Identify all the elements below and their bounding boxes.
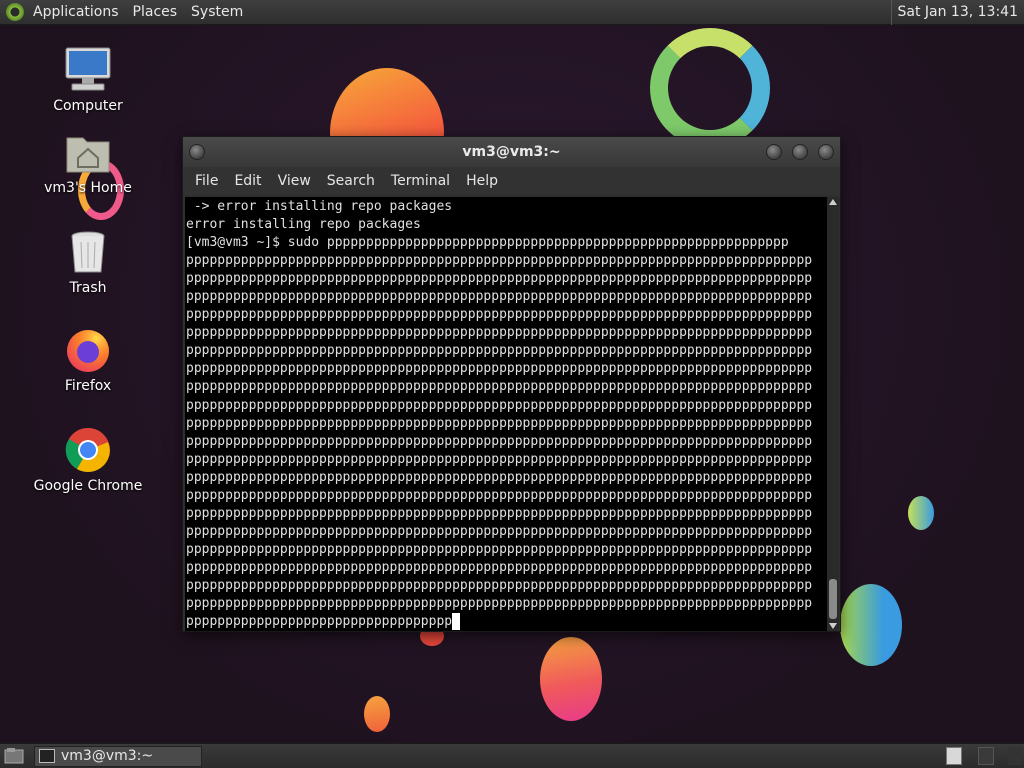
desktop-icon-chrome[interactable]: Google Chrome [33, 426, 143, 494]
bottom-panel: vm3@vm3:~ [0, 743, 1024, 768]
terminal-prompt-line: pppppppppppppppppppppppppppppppppp [186, 613, 827, 631]
terminal-line: pppppppppppppppppppppppppppppppppppppppp… [186, 289, 813, 305]
terminal-line: pppppppppppppppppppppppppppppppppppppppp… [186, 325, 813, 341]
desktop-icon-label: Computer [53, 98, 123, 114]
desktop-icon-label: Google Chrome [33, 478, 143, 494]
terminal-line: pppppppppppppppppppppppppppppppppppppppp… [186, 577, 813, 593]
distro-logo-icon[interactable] [6, 3, 24, 21]
terminal-line: pppppppppppppppppppppppppppppppppppppppp… [186, 596, 813, 612]
home-folder-icon [64, 128, 112, 176]
scroll-down-arrow-icon[interactable] [829, 623, 837, 629]
terminal-line: pppppppppppppppppppppppppppppppppppppppp… [186, 361, 813, 377]
computer-icon [64, 46, 112, 94]
menu-file[interactable]: File [187, 167, 226, 195]
terminal-line: pppppppppppppppppppppppppppppppppppppppp… [186, 559, 813, 575]
firefox-icon [64, 326, 112, 374]
desktop-icon-label: vm3's Home [44, 180, 132, 196]
chrome-icon [64, 426, 112, 474]
menu-terminal[interactable]: Terminal [383, 167, 458, 195]
desktop-icon-label: Trash [69, 280, 107, 296]
wallpaper-ring [650, 28, 770, 148]
window-title: vm3@vm3:~ [462, 144, 561, 160]
system-menu[interactable]: System [184, 0, 250, 25]
terminal-line: pppppppppppppppppppppppppppppppppppppppp… [186, 379, 813, 395]
close-button[interactable] [818, 144, 834, 160]
terminal-line: pppppppppppppppppppppppppppppppppppppppp… [186, 271, 813, 287]
terminal-line: pppppppppppppppppppppppppppppppppppppppp… [186, 253, 813, 269]
wallpaper-small-blob [364, 696, 390, 732]
terminal-line: pppppppppppppppppppppppppppppppppppppppp… [186, 487, 813, 503]
scroll-thumb[interactable] [829, 579, 837, 619]
terminal-line: -> error installing repo packages [186, 199, 453, 214]
scroll-up-arrow-icon[interactable] [829, 199, 837, 205]
menu-view[interactable]: View [270, 167, 319, 195]
top-panel: Applications Places System Sat Jan 13, 1… [0, 0, 1024, 25]
terminal-text: -> error installing repo packages error i… [185, 197, 827, 631]
terminal-line: error installing repo packages [186, 217, 421, 233]
terminal-line: pppppppppppppppppppppppppppppppppp [186, 614, 453, 630]
terminal-window[interactable]: vm3@vm3:~ File Edit View Search Terminal… [182, 136, 841, 632]
desktop-icon-trash[interactable]: Trash [33, 228, 143, 296]
terminal-line: pppppppppppppppppppppppppppppppppppppppp… [186, 469, 813, 485]
menu-search[interactable]: Search [319, 167, 383, 195]
desktop-icon-label: Firefox [64, 378, 112, 394]
panel-grip [1008, 747, 1022, 765]
terminal-line: pppppppppppppppppppppppppppppppppppppppp… [186, 307, 813, 323]
wallpaper-small-green-blob [908, 496, 934, 530]
wallpaper-pink-blob [540, 637, 602, 721]
menu-edit[interactable]: Edit [226, 167, 269, 195]
terminal-line: pppppppppppppppppppppppppppppppppppppppp… [186, 451, 813, 467]
show-desktop-icon[interactable] [4, 747, 26, 765]
maximize-button[interactable] [792, 144, 808, 160]
terminal-line: [vm3@vm3 ~]$ sudo pppppppppppppppppppppp… [186, 235, 789, 251]
window-titlebar[interactable]: vm3@vm3:~ [183, 137, 840, 167]
menu-help[interactable]: Help [458, 167, 506, 195]
workspace-1[interactable] [946, 747, 962, 765]
terminal-line: pppppppppppppppppppppppppppppppppppppppp… [186, 415, 813, 431]
terminal-line: pppppppppppppppppppppppppppppppppppppppp… [186, 541, 813, 557]
terminal-line: pppppppppppppppppppppppppppppppppppppppp… [186, 505, 813, 521]
terminal-icon [39, 749, 55, 763]
desktop-icon-home[interactable]: vm3's Home [33, 128, 143, 196]
trash-icon [64, 228, 112, 276]
minimize-button[interactable] [766, 144, 782, 160]
terminal-line: pppppppppppppppppppppppppppppppppppppppp… [186, 433, 813, 449]
terminal-output[interactable]: -> error installing repo packages error i… [185, 197, 827, 631]
terminal-line: pppppppppppppppppppppppppppppppppppppppp… [186, 343, 813, 359]
terminal-menubar: File Edit View Search Terminal Help [183, 167, 840, 195]
clock[interactable]: Sat Jan 13, 13:41 [890, 0, 1024, 25]
desktop-icon-computer[interactable]: Computer [33, 46, 143, 114]
terminal-line: pppppppppppppppppppppppppppppppppppppppp… [186, 523, 813, 539]
desktop-icon-firefox[interactable]: Firefox [33, 326, 143, 394]
workspace-2[interactable] [978, 747, 994, 765]
terminal-line: pppppppppppppppppppppppppppppppppppppppp… [186, 397, 813, 413]
taskbar-button-label: vm3@vm3:~ [61, 748, 154, 764]
places-menu[interactable]: Places [126, 0, 185, 25]
wallpaper-green-blue-blob [840, 584, 902, 666]
applications-menu[interactable]: Applications [26, 0, 126, 25]
taskbar-terminal-button[interactable]: vm3@vm3:~ [34, 745, 202, 767]
text-cursor [452, 613, 461, 631]
window-menu-button[interactable] [189, 144, 205, 160]
terminal-scrollbar[interactable] [827, 197, 839, 631]
